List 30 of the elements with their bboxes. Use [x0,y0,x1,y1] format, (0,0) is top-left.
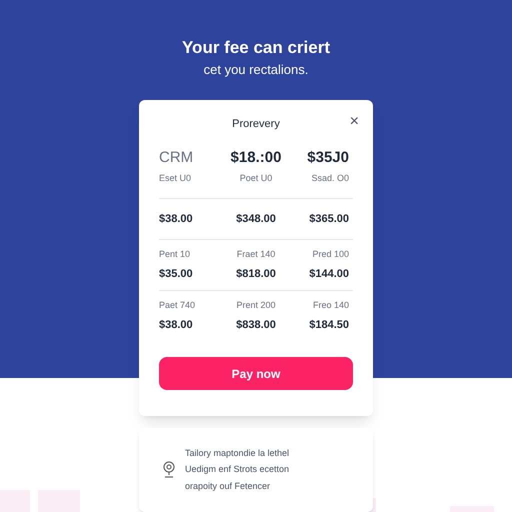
table-cell-text: $838.00 [235,318,277,332]
table-cell-text: $144.00 [308,266,349,282]
row-label: Paet 740 [159,299,196,312]
table-cell-text: $38.00 [159,318,194,332]
row-label: Freo 140 [312,299,349,312]
row-label: Pent 10 [159,248,192,261]
plan-price: $18.:00 [230,148,282,168]
info-text: orapoity ouf Fetencer [185,480,272,493]
hero-subtitle: cet you rectalions. [204,62,308,78]
table-cell-text: $184.50 [308,318,349,332]
webcam-icon [163,461,175,479]
plan-price: $35J0 [306,148,349,168]
hero-title: Your fee can criert [182,38,330,58]
dialog-title: Prorevery [232,116,280,132]
info-text: Uedigm enf Strots ecetton [185,463,290,476]
row-label: Prent 200 [235,299,276,312]
plan-note: Poet U0 [238,172,274,185]
table-cell-text: $818.00 [235,266,277,282]
table-cell-text: $348.00 [235,212,277,226]
table-cell-text: $38.00 [159,212,194,226]
table-cell-text: $35.00 [159,266,194,282]
row-label: Pred 100 [311,248,349,261]
plan-note: Eset U0 [159,172,192,185]
plan-price: CRM [159,148,194,168]
info-text: Tailory maptondie la lethel [185,446,290,460]
close-button[interactable]: × [350,114,359,130]
row-label: Fraet 140 [236,248,276,261]
pay-button[interactable]: Pay now [159,357,353,390]
table-cell-text: $365.00 [308,212,350,226]
plan-note: Ssad. O0 [310,172,349,185]
